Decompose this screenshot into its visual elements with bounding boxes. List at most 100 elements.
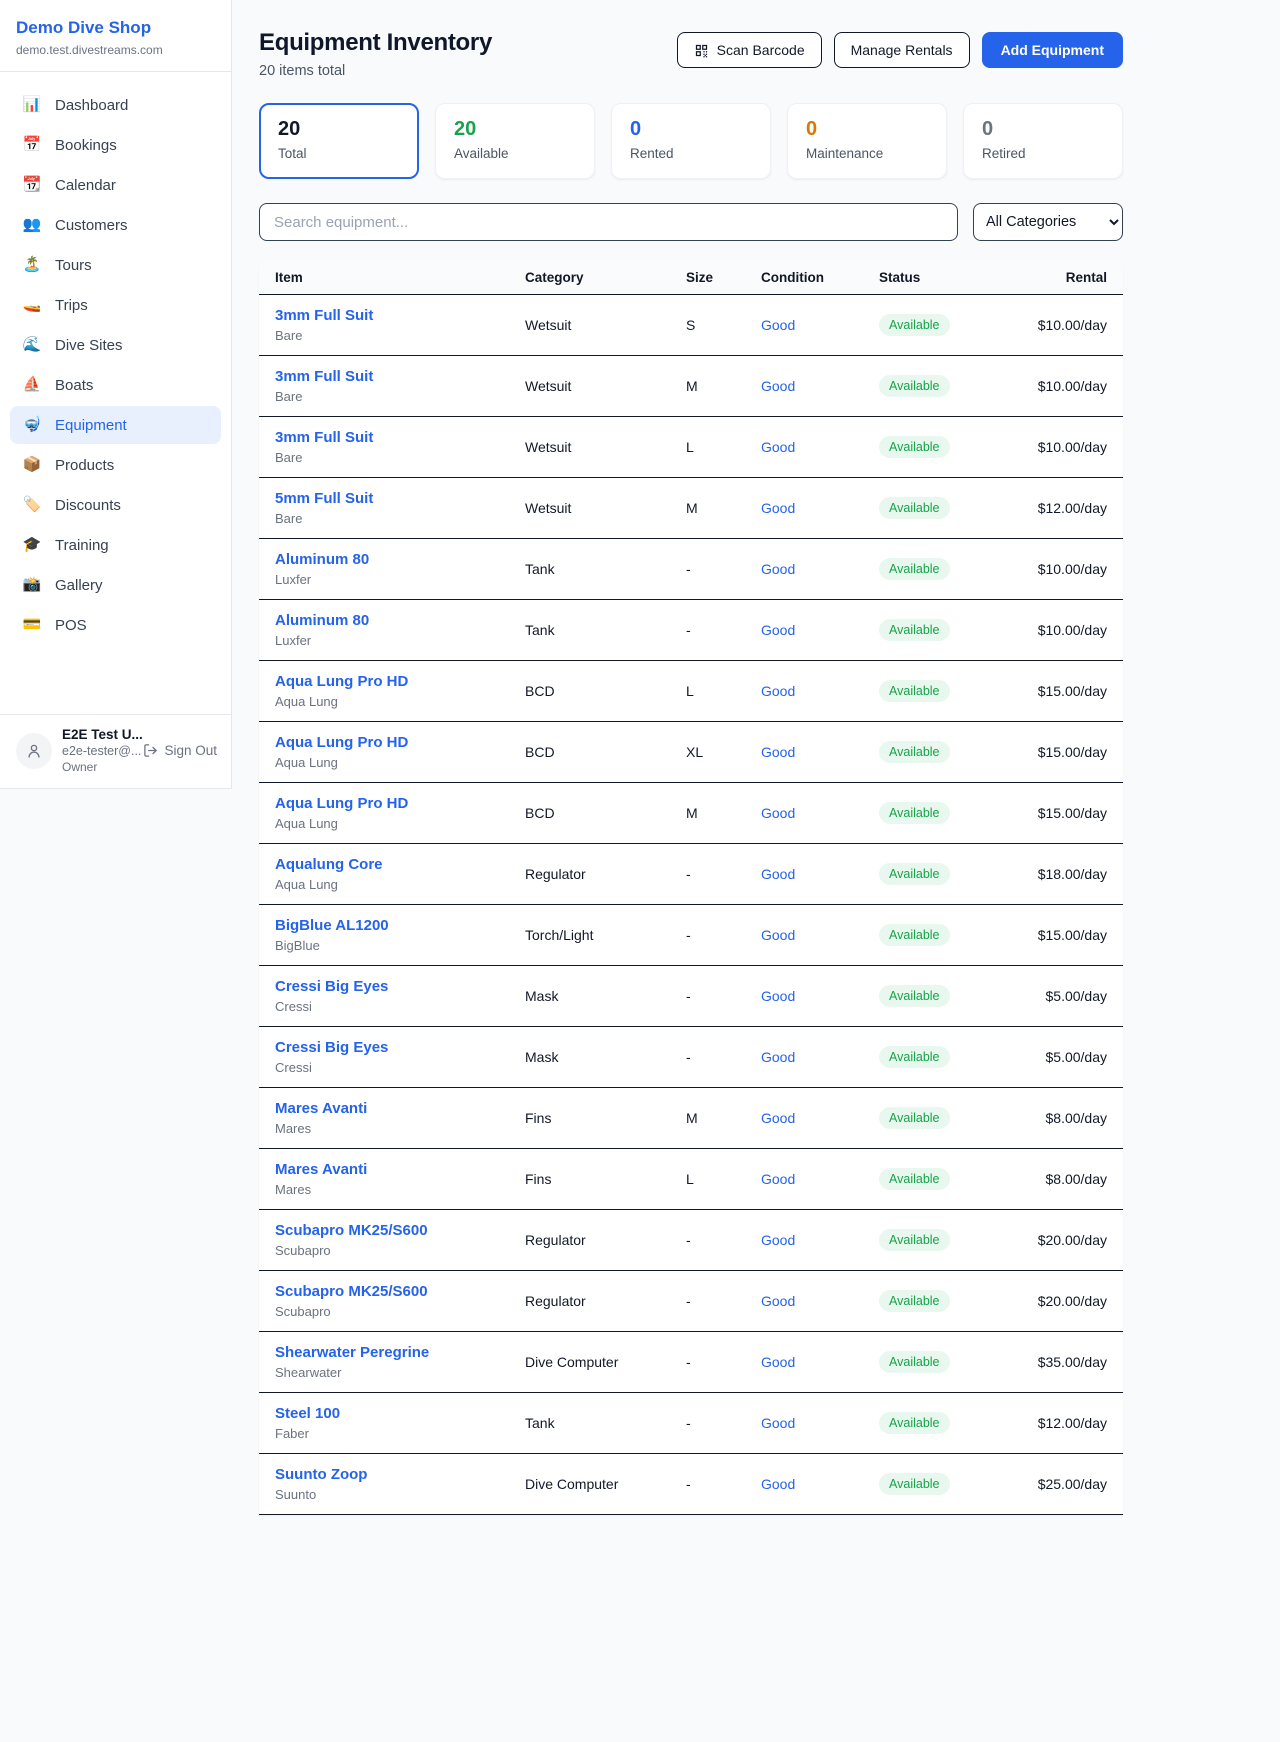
sidebar-item-dive-sites[interactable]: 🌊 Dive Sites	[10, 326, 221, 364]
scan-barcode-button[interactable]: Scan Barcode	[677, 32, 822, 68]
sign-out-button[interactable]: Sign Out	[143, 743, 217, 758]
item-size: -	[670, 1210, 745, 1271]
table-row: Aqualung CoreAqua LungRegulator-GoodAvai…	[259, 844, 1123, 905]
add-equipment-button[interactable]: Add Equipment	[982, 32, 1123, 68]
manage-rentals-button[interactable]: Manage Rentals	[834, 32, 970, 68]
item-brand: Aqua Lung	[275, 694, 493, 709]
condition-link[interactable]: Good	[761, 622, 795, 638]
item-name-link[interactable]: Mares Avanti	[275, 1100, 367, 1117]
sidebar-item-products[interactable]: 📦 Products	[10, 446, 221, 484]
discounts-icon: 🏷️	[22, 496, 42, 514]
condition-link[interactable]: Good	[761, 1171, 795, 1187]
item-name-link[interactable]: 5mm Full Suit	[275, 490, 373, 507]
item-name-link[interactable]: Cressi Big Eyes	[275, 1039, 388, 1056]
stat-label: Retired	[982, 146, 1104, 161]
condition-link[interactable]: Good	[761, 1110, 795, 1126]
item-name-link[interactable]: Aqualung Core	[275, 856, 383, 873]
sidebar-item-bookings[interactable]: 📅Bookings	[10, 126, 221, 164]
sidebar-item-customers[interactable]: 👥Customers	[10, 206, 221, 244]
item-category: BCD	[509, 783, 670, 844]
sidebar-item-label: Dive Sites	[55, 337, 123, 354]
item-size: -	[670, 844, 745, 905]
user-section: E2E Test U... e2e-tester@... Owner Sign …	[0, 714, 231, 788]
condition-link[interactable]: Good	[761, 927, 795, 943]
item-name-link[interactable]: Shearwater Peregrine	[275, 1344, 429, 1361]
status-badge: Available	[879, 497, 950, 519]
sidebar-item-pos[interactable]: 💳POS	[10, 606, 221, 644]
item-category: Dive Computer	[509, 1332, 670, 1393]
item-name-link[interactable]: Scubapro MK25/S600	[275, 1222, 428, 1239]
item-rental: $10.00/day	[993, 539, 1123, 600]
stat-card-retired[interactable]: 0Retired	[963, 103, 1123, 179]
item-name-link[interactable]: Mares Avanti	[275, 1161, 367, 1178]
equipment-table-card: Item Category Size Condition Status Rent…	[259, 261, 1123, 1515]
category-select[interactable]: All Categories	[973, 203, 1123, 241]
training-icon: 🎓	[22, 536, 42, 554]
search-input[interactable]	[259, 203, 958, 241]
item-name-link[interactable]: 3mm Full Suit	[275, 429, 373, 446]
condition-link[interactable]: Good	[761, 1476, 795, 1492]
status-badge: Available	[879, 680, 950, 702]
stat-card-total[interactable]: 20Total	[259, 103, 419, 179]
condition-link[interactable]: Good	[761, 317, 795, 333]
item-name-link[interactable]: 3mm Full Suit	[275, 368, 373, 385]
item-name-link[interactable]: Aqua Lung Pro HD	[275, 673, 408, 690]
condition-link[interactable]: Good	[761, 1049, 795, 1065]
condition-link[interactable]: Good	[761, 439, 795, 455]
sidebar-item-gallery[interactable]: 📸Gallery	[10, 566, 221, 604]
item-category: Mask	[509, 1027, 670, 1088]
condition-link[interactable]: Good	[761, 1293, 795, 1309]
sidebar-item-boats[interactable]: ⛵Boats	[10, 366, 221, 404]
sidebar-item-training[interactable]: 🎓Training	[10, 526, 221, 564]
condition-link[interactable]: Good	[761, 1415, 795, 1431]
item-name-link[interactable]: Aqua Lung Pro HD	[275, 795, 408, 812]
stat-card-available[interactable]: 20Available	[435, 103, 595, 179]
item-category: Regulator	[509, 1271, 670, 1332]
item-name-link[interactable]: Suunto Zoop	[275, 1466, 367, 1483]
condition-link[interactable]: Good	[761, 805, 795, 821]
item-name-link[interactable]: 3mm Full Suit	[275, 307, 373, 324]
item-rental: $10.00/day	[993, 356, 1123, 417]
sidebar-item-trips[interactable]: 🚤Trips	[10, 286, 221, 324]
sidebar-item-calendar[interactable]: 📆Calendar	[10, 166, 221, 204]
table-row: Scubapro MK25/S600ScubaproRegulator-Good…	[259, 1210, 1123, 1271]
item-name-link[interactable]: Scubapro MK25/S600	[275, 1283, 428, 1300]
status-badge: Available	[879, 924, 950, 946]
stat-card-rented[interactable]: 0Rented	[611, 103, 771, 179]
pos-icon: 💳	[22, 616, 42, 634]
avatar	[16, 733, 52, 769]
item-name-link[interactable]: Cressi Big Eyes	[275, 978, 388, 995]
sidebar-item-label: Customers	[55, 217, 128, 234]
stat-card-maintenance[interactable]: 0Maintenance	[787, 103, 947, 179]
products-icon: 📦	[22, 456, 42, 474]
table-row: Steel 100FaberTank-GoodAvailable$12.00/d…	[259, 1393, 1123, 1454]
sidebar-item-tours[interactable]: 🏝️Tours	[10, 246, 221, 284]
table-row: Mares AvantiMaresFinsMGoodAvailable$8.00…	[259, 1088, 1123, 1149]
item-category: Regulator	[509, 1210, 670, 1271]
condition-link[interactable]: Good	[761, 378, 795, 394]
item-name-link[interactable]: Aluminum 80	[275, 612, 369, 629]
condition-link[interactable]: Good	[761, 866, 795, 882]
condition-link[interactable]: Good	[761, 1354, 795, 1370]
condition-link[interactable]: Good	[761, 744, 795, 760]
dive-sites-icon: 🌊	[22, 336, 42, 354]
table-row: BigBlue AL1200BigBlueTorch/Light-GoodAva…	[259, 905, 1123, 966]
condition-link[interactable]: Good	[761, 988, 795, 1004]
item-name-link[interactable]: BigBlue AL1200	[275, 917, 389, 934]
item-name-link[interactable]: Aluminum 80	[275, 551, 369, 568]
sidebar-item-label: Products	[55, 457, 114, 474]
item-name-link[interactable]: Aqua Lung Pro HD	[275, 734, 408, 751]
condition-link[interactable]: Good	[761, 683, 795, 699]
sidebar-item-discounts[interactable]: 🏷️Discounts	[10, 486, 221, 524]
condition-link[interactable]: Good	[761, 561, 795, 577]
sidebar-item-dashboard[interactable]: 📊Dashboard	[10, 86, 221, 124]
sidebar-item-equipment[interactable]: 🤿Equipment	[10, 406, 221, 444]
item-name-link[interactable]: Steel 100	[275, 1405, 340, 1422]
sidebar-item-label: Trips	[55, 297, 88, 314]
item-brand: Bare	[275, 450, 493, 465]
sidebar-item-label: Dashboard	[55, 97, 128, 114]
condition-link[interactable]: Good	[761, 500, 795, 516]
condition-link[interactable]: Good	[761, 1232, 795, 1248]
item-category: Dive Computer	[509, 1454, 670, 1515]
table-row: Aqua Lung Pro HDAqua LungBCDXLGoodAvaila…	[259, 722, 1123, 783]
